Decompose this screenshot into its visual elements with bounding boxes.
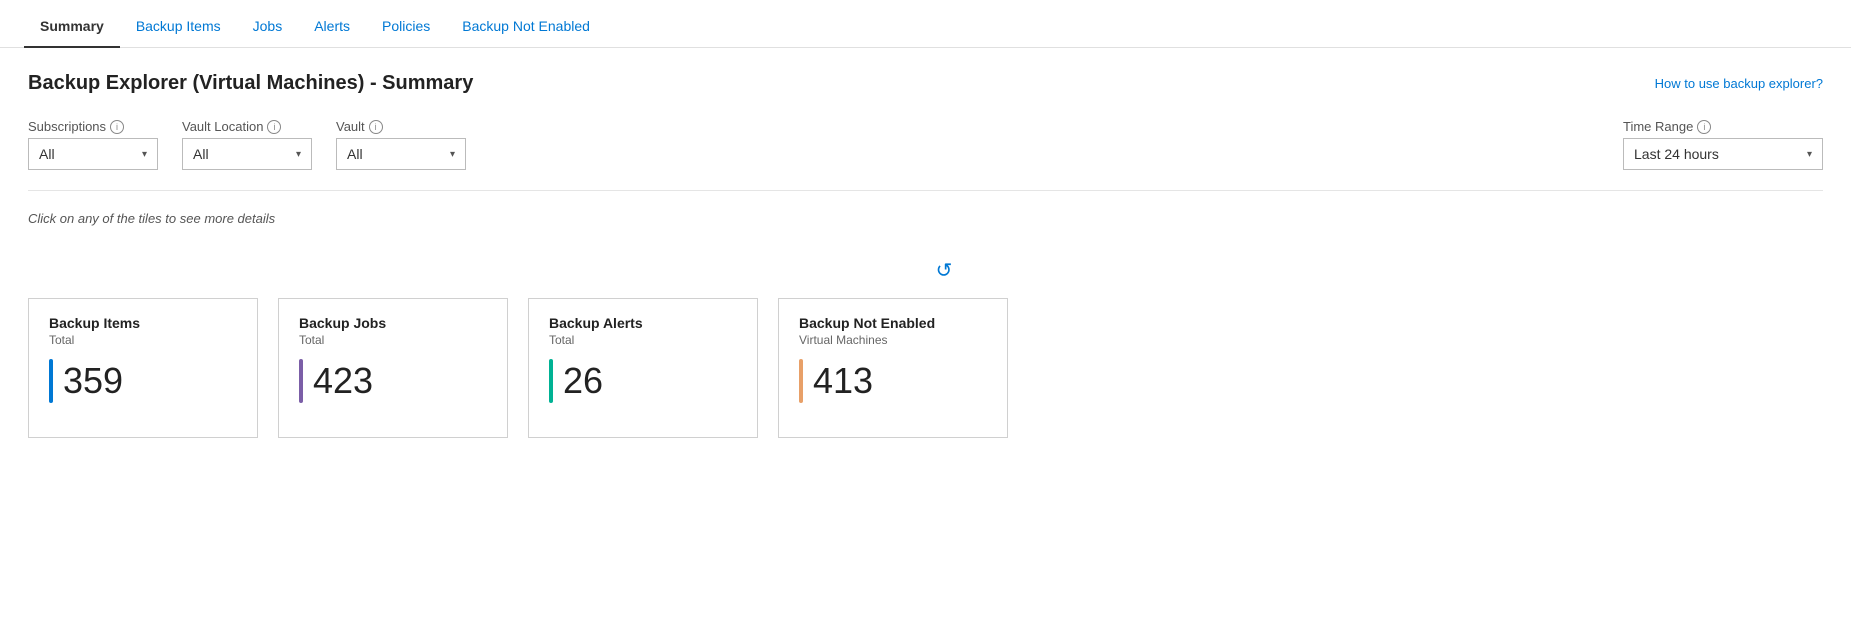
title-row: Backup Explorer (Virtual Machines) - Sum… <box>28 72 1823 95</box>
vault-location-label: Vault Location i <box>182 119 312 134</box>
tile-number-backup-items: 359 <box>63 363 123 399</box>
tile-bar-backup-not-enabled <box>799 359 803 403</box>
vault-location-select[interactable]: All ▾ <box>182 138 312 170</box>
tab-policies[interactable]: Policies <box>366 6 446 48</box>
tile-number-backup-not-enabled: 413 <box>813 363 873 399</box>
vault-filter: Vault i All ▾ <box>336 119 466 170</box>
tab-summary[interactable]: Summary <box>24 6 120 48</box>
tile-subtitle-backup-alerts: Total <box>549 333 737 347</box>
vault-location-chevron-icon: ▾ <box>296 149 301 160</box>
tile-backup-alerts[interactable]: Backup Alerts Total 26 <box>528 298 758 438</box>
time-range-info-icon: i <box>1697 120 1711 134</box>
filters-row: Subscriptions i All ▾ Vault Location i A… <box>28 119 1823 170</box>
tile-backup-jobs[interactable]: Backup Jobs Total 423 <box>278 298 508 438</box>
tab-jobs[interactable]: Jobs <box>237 6 299 48</box>
tile-backup-items[interactable]: Backup Items Total 359 <box>28 298 258 438</box>
subscriptions-info-icon: i <box>110 120 124 134</box>
tile-value-row-backup-alerts: 26 <box>549 359 737 403</box>
tile-subtitle-backup-items: Total <box>49 333 237 347</box>
vault-chevron-icon: ▾ <box>450 149 455 160</box>
vault-info-icon: i <box>369 120 383 134</box>
tiles-row: Backup Items Total 359 Backup Jobs Total… <box>28 298 1823 438</box>
subscriptions-filter: Subscriptions i All ▾ <box>28 119 158 170</box>
tab-bar: SummaryBackup ItemsJobsAlertsPoliciesBac… <box>0 0 1851 48</box>
tile-bar-backup-items <box>49 359 53 403</box>
time-range-filter: Time Range i Last 24 hours ▾ <box>1623 119 1823 170</box>
tile-value-row-backup-jobs: 423 <box>299 359 487 403</box>
tile-bar-backup-alerts <box>549 359 553 403</box>
vault-label: Vault i <box>336 119 466 134</box>
subscriptions-select[interactable]: All ▾ <box>28 138 158 170</box>
vault-location-info-icon: i <box>267 120 281 134</box>
tile-value-row-backup-items: 359 <box>49 359 237 403</box>
time-range-chevron-icon: ▾ <box>1807 149 1812 160</box>
tile-value-row-backup-not-enabled: 413 <box>799 359 987 403</box>
vault-select[interactable]: All ▾ <box>336 138 466 170</box>
hint-text: Click on any of the tiles to see more de… <box>28 211 1823 226</box>
tile-subtitle-backup-not-enabled: Virtual Machines <box>799 333 987 347</box>
tab-backup-items[interactable]: Backup Items <box>120 6 237 48</box>
divider <box>28 190 1823 191</box>
tile-bar-backup-jobs <box>299 359 303 403</box>
tab-backup-not-enabled[interactable]: Backup Not Enabled <box>446 6 606 48</box>
tile-title-backup-not-enabled: Backup Not Enabled <box>799 315 987 331</box>
refresh-area: ↺ <box>28 254 1823 286</box>
time-range-select[interactable]: Last 24 hours ▾ <box>1623 138 1823 170</box>
tile-title-backup-alerts: Backup Alerts <box>549 315 737 331</box>
tile-title-backup-items: Backup Items <box>49 315 237 331</box>
vault-location-filter: Vault Location i All ▾ <box>182 119 312 170</box>
page-title: Backup Explorer (Virtual Machines) - Sum… <box>28 72 473 95</box>
subscriptions-chevron-icon: ▾ <box>142 149 147 160</box>
subscriptions-label: Subscriptions i <box>28 119 158 134</box>
time-range-label: Time Range i <box>1623 119 1823 134</box>
tile-number-backup-alerts: 26 <box>563 363 603 399</box>
refresh-button[interactable]: ↺ <box>928 254 960 286</box>
tile-subtitle-backup-jobs: Total <box>299 333 487 347</box>
tab-alerts[interactable]: Alerts <box>298 6 366 48</box>
tile-title-backup-jobs: Backup Jobs <box>299 315 487 331</box>
tile-number-backup-jobs: 423 <box>313 363 373 399</box>
main-content: Backup Explorer (Virtual Machines) - Sum… <box>0 48 1851 462</box>
help-link[interactable]: How to use backup explorer? <box>1655 76 1823 91</box>
tile-backup-not-enabled[interactable]: Backup Not Enabled Virtual Machines 413 <box>778 298 1008 438</box>
